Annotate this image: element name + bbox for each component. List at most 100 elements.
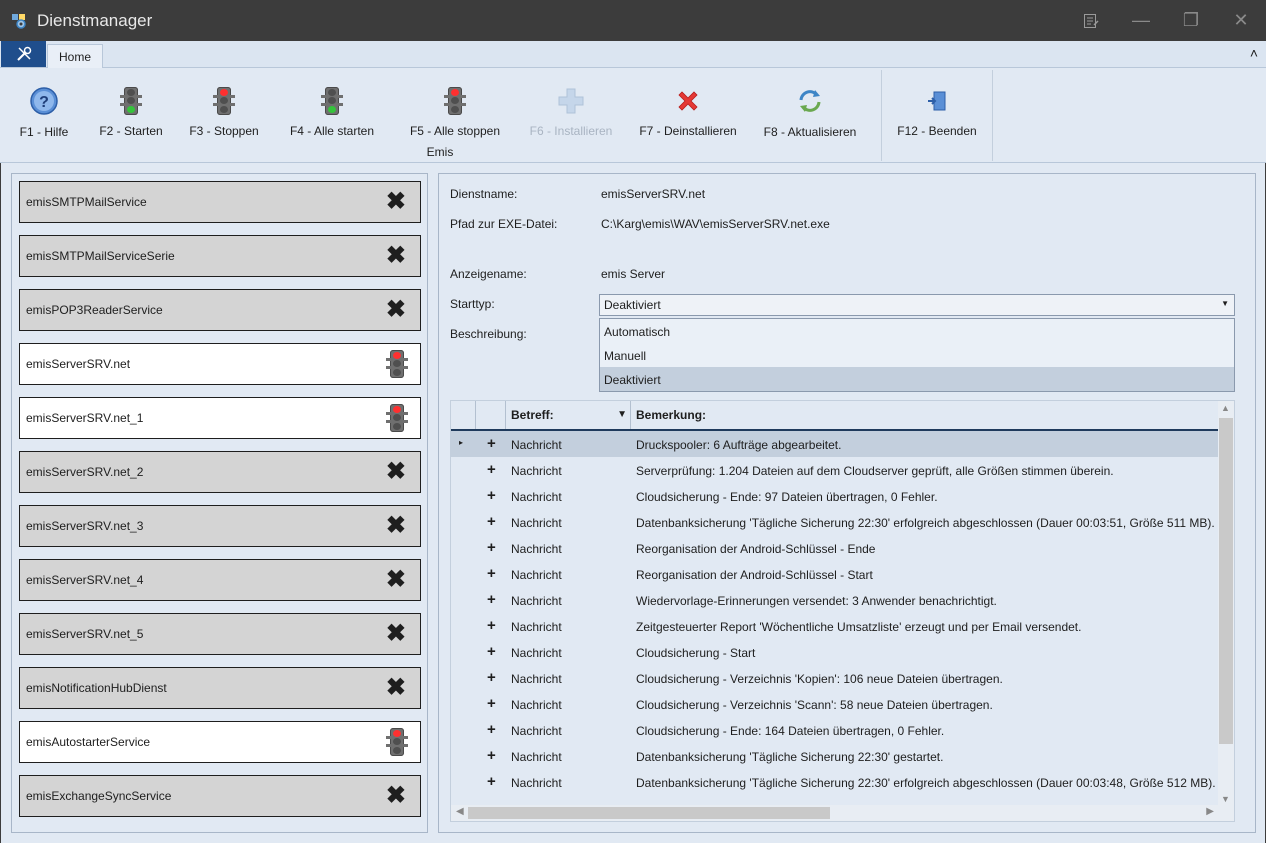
expand-row-icon[interactable]: +	[487, 695, 496, 712]
scroll-up-icon[interactable]: ▲	[1221, 403, 1230, 413]
minimize-icon: —	[1132, 10, 1150, 30]
table-row[interactable]: + Nachricht Cloudsicherung - Verzeichnis '…	[451, 691, 1219, 717]
service-item[interactable]: emisServerSRV.net_2 ✖	[19, 451, 421, 493]
vertical-scrollbar[interactable]: ▲ ▼	[1218, 401, 1234, 806]
collapse-ribbon-icon[interactable]: ˄	[1250, 45, 1258, 61]
exit-button[interactable]: F12 - Beenden	[897, 68, 977, 138]
scroll-left-icon[interactable]: ◀	[456, 806, 464, 817]
table-row[interactable]: + Nachricht Datenbanksicherung 'Tägliche S…	[451, 509, 1219, 535]
app-gear-icon	[11, 13, 27, 29]
not-installed-icon: ✖	[385, 188, 406, 215]
expand-row-icon[interactable]: +	[487, 773, 496, 790]
table-row[interactable]: + Nachricht Cloudsicherung - Ende: 164 Dat…	[451, 717, 1219, 743]
scroll-down-icon[interactable]: ▼	[1221, 794, 1230, 804]
filter-icon[interactable]: ▼	[617, 409, 627, 420]
dienstname-label: Dienstname:	[450, 187, 518, 201]
service-item[interactable]: emisNotificationHubDienst ✖	[19, 667, 421, 709]
service-item[interactable]: emisPOP3ReaderService ✖	[19, 289, 421, 331]
table-row[interactable]: + Nachricht Cloudsicherung - Start	[451, 639, 1219, 665]
starttyp-option[interactable]: Deaktiviert	[600, 367, 1234, 391]
stop-all-button[interactable]: F5 - Alle stoppen	[409, 68, 501, 138]
bemerkung-cell: Cloudsicherung - Ende: 97 Dateien übertr…	[636, 490, 938, 504]
stop-button[interactable]: F3 - Stoppen	[189, 68, 259, 138]
expand-row-icon[interactable]: +	[487, 747, 496, 764]
starttyp-option[interactable]: Manuell	[600, 343, 1234, 367]
scroll-thumb[interactable]	[1219, 418, 1233, 744]
log-grid: Betreff: ▼ Bemerkung: ▸ + Nachricht Drucksp…	[450, 400, 1235, 822]
expand-row-icon[interactable]: +	[487, 513, 496, 530]
start-button[interactable]: F2 - Starten	[99, 68, 163, 138]
table-row[interactable]: + Nachricht Zeitgesteuerter Report 'Wöchen…	[451, 613, 1219, 639]
starttyp-options-list: Automatisch Manuell Deaktiviert	[599, 318, 1235, 392]
betreff-header-label: Betreff:	[511, 408, 554, 422]
expand-row-icon[interactable]: +	[487, 435, 496, 452]
help-label: F1 - Hilfe	[19, 125, 69, 139]
column-header-bemerkung[interactable]: Bemerkung:	[631, 401, 1219, 429]
horizontal-scrollbar[interactable]: ◀ ▶	[451, 805, 1219, 821]
expand-row-icon[interactable]: +	[487, 591, 496, 608]
beschreibung-label: Beschreibung:	[450, 327, 527, 341]
service-name: emisPOP3ReaderService	[26, 303, 163, 317]
table-row[interactable]: ▸ + Nachricht Druckspooler: 6 Aufträge abge…	[451, 431, 1219, 457]
uninstall-button[interactable]: F7 - Deinstallieren	[639, 68, 737, 138]
table-row[interactable]: + Nachricht Reorganisation der Android-Sch…	[451, 535, 1219, 561]
start-all-button[interactable]: F4 - Alle starten	[289, 68, 375, 138]
expand-row-icon[interactable]: +	[487, 721, 496, 738]
column-header-betreff[interactable]: Betreff: ▼	[506, 401, 631, 429]
stop-label: F3 - Stoppen	[189, 124, 259, 138]
starttyp-option[interactable]: Automatisch	[600, 319, 1234, 343]
traffic-light-green-icon	[115, 86, 147, 115]
betreff-cell: Nachricht	[511, 672, 562, 686]
service-item[interactable]: emisServerSRV.net_1	[19, 397, 421, 439]
bemerkung-cell: Datenbanksicherung 'Tägliche Sicherung 2…	[636, 516, 1215, 530]
service-item[interactable]: emisSMTPMailServiceSerie ✖	[19, 235, 421, 277]
bemerkung-cell: Serverprüfung: 1.204 Dateien auf dem Clo…	[636, 464, 1114, 478]
tools-menu-button[interactable]	[1, 41, 46, 67]
service-item[interactable]: emisExchangeSyncService ✖	[19, 775, 421, 817]
expand-row-icon[interactable]: +	[487, 617, 496, 634]
expand-row-icon[interactable]: +	[487, 461, 496, 478]
service-item[interactable]: emisAutostarterService	[19, 721, 421, 763]
scroll-thumb[interactable]	[468, 807, 830, 819]
service-list: emisSMTPMailService ✖ emisSMTPMailServic…	[11, 173, 428, 833]
table-row[interactable]: + Nachricht Wiedervorlage-Erinnerungen ver…	[451, 587, 1219, 613]
expand-row-icon[interactable]: +	[487, 565, 496, 582]
table-row[interactable]: + Nachricht Datenbanksicherung 'Tägliche S…	[451, 769, 1219, 795]
help-button[interactable]: ? F1 - Hilfe	[19, 68, 69, 139]
table-row[interactable]: + Nachricht Serverprüfung: 1.204 Dateien a…	[451, 457, 1219, 483]
pfad-label: Pfad zur EXE-Datei:	[450, 217, 558, 231]
table-row[interactable]: + Nachricht Cloudsicherung - Ende: 97 Date…	[451, 483, 1219, 509]
notes-icon[interactable]	[1066, 0, 1116, 41]
service-item[interactable]: emisServerSRV.net_3 ✖	[19, 505, 421, 547]
expand-row-icon[interactable]: +	[487, 669, 496, 686]
service-item[interactable]: emisServerSRV.net	[19, 343, 421, 385]
refresh-button[interactable]: F8 - Aktualisieren	[763, 68, 857, 139]
uninstall-label: F7 - Deinstallieren	[639, 124, 737, 138]
close-button[interactable]: ✕	[1216, 0, 1266, 41]
maximize-icon: ❐	[1182, 10, 1200, 30]
service-name: emisServerSRV.net_3	[26, 519, 144, 533]
expand-row-icon[interactable]: +	[487, 487, 496, 504]
table-row[interactable]: + Nachricht Reorganisation der Android-Sch…	[451, 561, 1219, 587]
minimize-button[interactable]: —	[1116, 0, 1166, 41]
expand-row-icon[interactable]: +	[487, 643, 496, 660]
grid-header: Betreff: ▼ Bemerkung:	[451, 401, 1219, 431]
bemerkung-cell: Zeitgesteuerter Report 'Wöchentliche Ums…	[636, 620, 1082, 634]
scroll-right-icon[interactable]: ▶	[1206, 806, 1214, 817]
bemerkung-cell: Cloudsicherung - Verzeichnis 'Kopien': 1…	[636, 672, 1003, 686]
maximize-button[interactable]: ❐	[1166, 0, 1216, 41]
ribbon-tab-bar: Home ˄	[0, 41, 1266, 68]
service-item[interactable]: emisServerSRV.net_4 ✖	[19, 559, 421, 601]
bemerkung-cell: Cloudsicherung - Verzeichnis 'Scann': 58…	[636, 698, 993, 712]
table-row[interactable]: + Nachricht Datenbanksicherung 'Tägliche S…	[451, 743, 1219, 769]
service-name: emisServerSRV.net_1	[26, 411, 144, 425]
service-item[interactable]: emisServerSRV.net_5 ✖	[19, 613, 421, 655]
install-label: F6 - Installieren	[529, 124, 613, 138]
service-name: emisServerSRV.net_2	[26, 465, 144, 479]
table-row[interactable]: + Nachricht Cloudsicherung - Verzeichnis '…	[451, 665, 1219, 691]
service-item[interactable]: emisSMTPMailService ✖	[19, 181, 421, 223]
install-button[interactable]: F6 - Installieren	[529, 68, 613, 138]
tab-home[interactable]: Home	[47, 44, 103, 68]
starttyp-dropdown[interactable]: Deaktiviert ▼	[599, 294, 1235, 316]
expand-row-icon[interactable]: +	[487, 539, 496, 556]
